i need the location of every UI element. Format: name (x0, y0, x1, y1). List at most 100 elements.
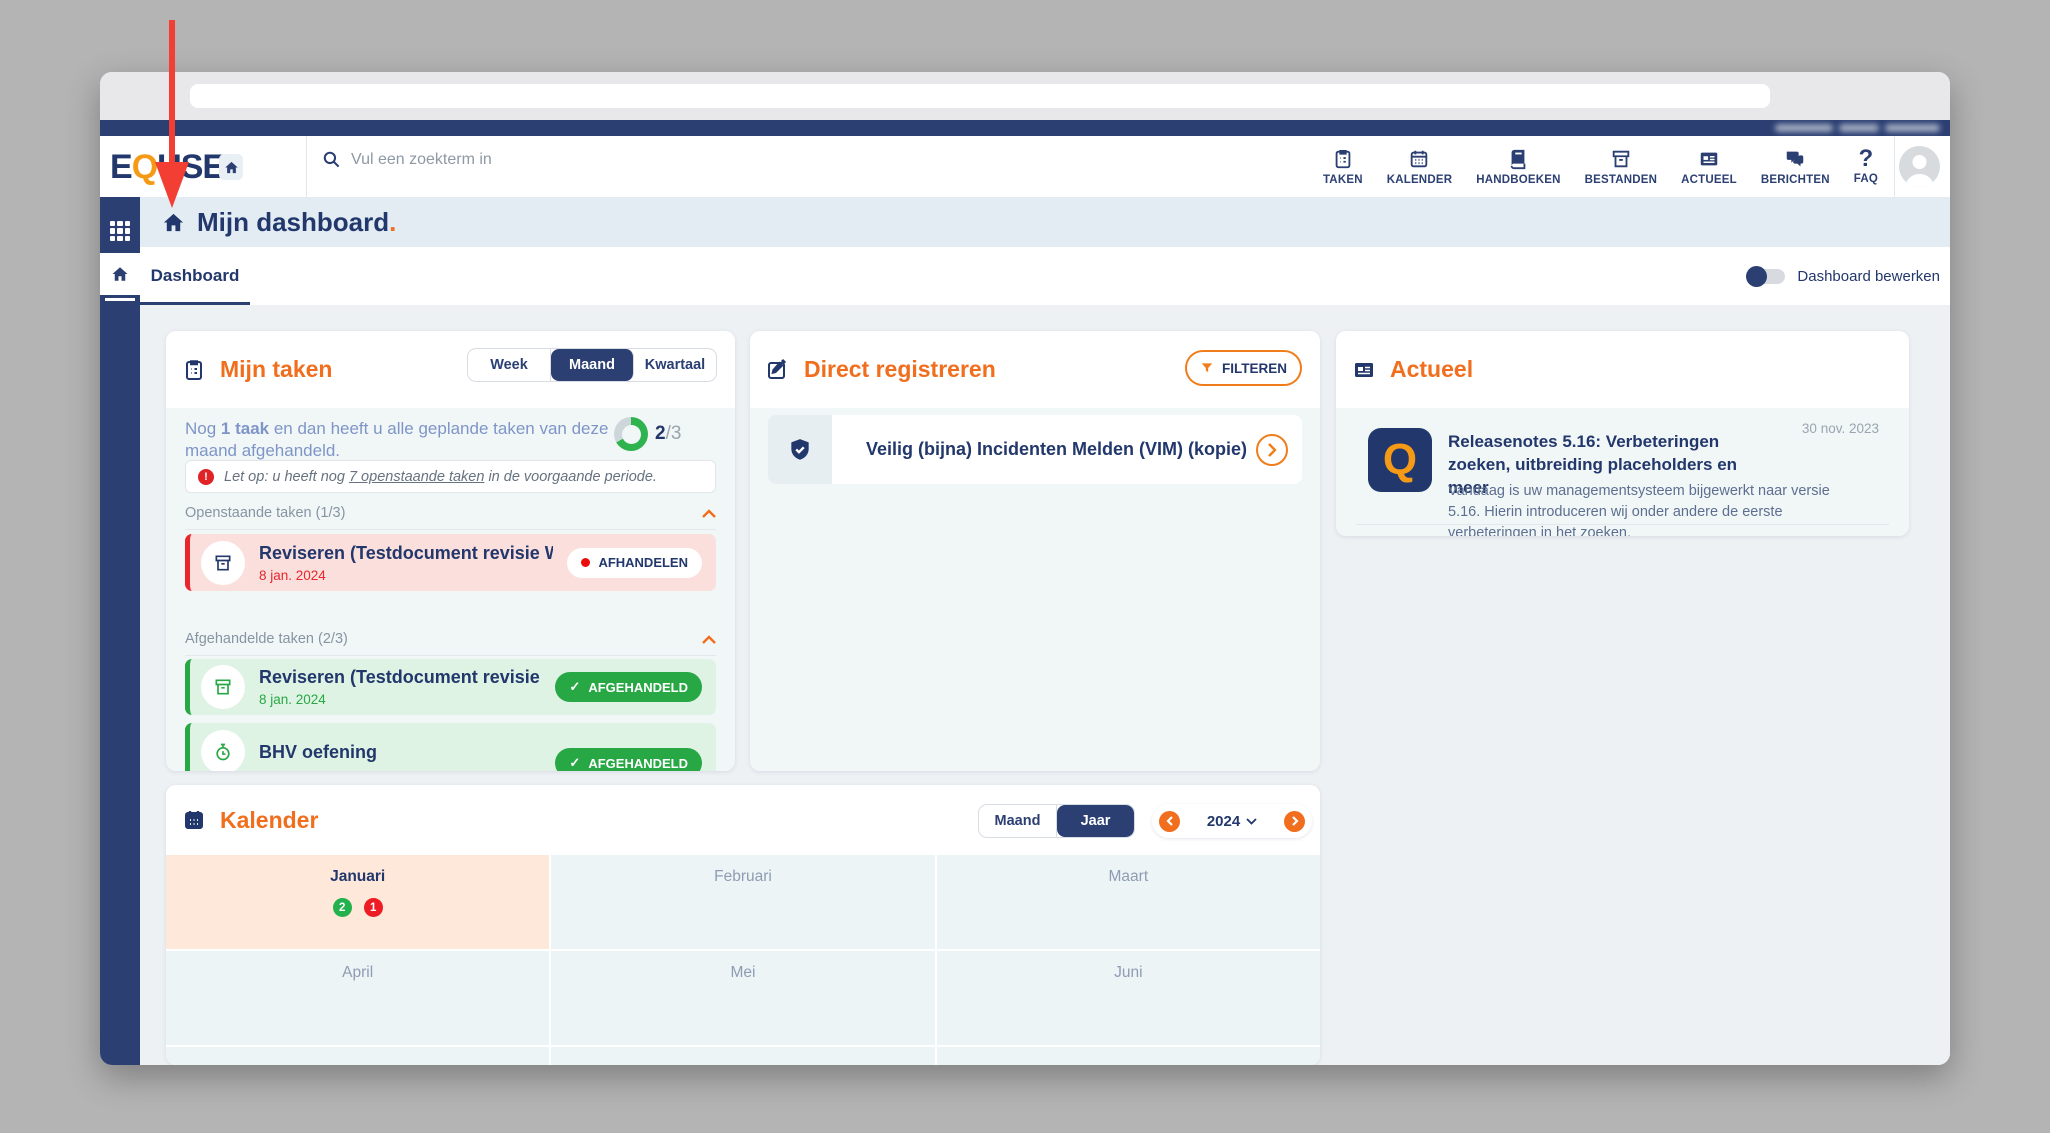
shield-check-icon (768, 415, 832, 484)
pencil-square-icon (766, 358, 790, 382)
panel-title: Kalender (220, 807, 318, 834)
check-icon: ✓ (569, 679, 580, 695)
book-icon (1507, 148, 1529, 170)
period-option-maand[interactable]: Maand (551, 349, 634, 381)
nav-item-actueel[interactable]: ACTUEEL (1681, 148, 1737, 186)
home-button[interactable] (219, 154, 243, 180)
afhandelen-badge[interactable]: AFHANDELEN (567, 548, 702, 578)
view-option-maand[interactable]: Maand (979, 805, 1057, 837)
previous-year-button[interactable] (1159, 811, 1180, 832)
tasks-panel: Mijn taken Week Maand Kwartaal Nog 1 taa… (166, 331, 735, 771)
header-divider-2 (1894, 136, 1895, 197)
app-header: EQUSE TAKEN KALENDER HANDBOEKEN (100, 136, 1950, 197)
browser-chrome (100, 72, 1950, 120)
register-panel: Direct registreren FILTEREN Veilig (bijn… (750, 331, 1320, 771)
done-tasks-section-header: Afgehandelde taken (2/3) (185, 631, 716, 656)
archive-icon (1610, 148, 1632, 170)
stopwatch-icon (201, 730, 245, 771)
sidebar-active-indicator (105, 298, 135, 301)
nav-item-berichten[interactable]: BERICHTEN (1761, 148, 1830, 186)
done-count-badge: 2 (333, 898, 352, 917)
month-badges: 2 1 (333, 898, 383, 917)
warning-box: ! Let op: u heeft nog 7 openstaande take… (185, 460, 716, 493)
page-title: Mijn dashboard. (197, 207, 396, 238)
toggle-knob (1746, 266, 1767, 287)
user-info-blurred (1775, 121, 1950, 135)
nav-item-faq[interactable]: ? FAQ (1854, 149, 1878, 185)
calendar-icon (182, 808, 206, 832)
task-date: 8 jan. 2024 (259, 692, 541, 707)
news-item-date: 30 nov. 2023 (1802, 421, 1879, 436)
filter-button[interactable]: FILTEREN (1185, 350, 1302, 386)
browser-window: EQUSE TAKEN KALENDER HANDBOEKEN (100, 72, 1950, 1065)
funnel-icon (1200, 361, 1214, 375)
url-bar[interactable] (190, 84, 1770, 108)
month-cell-maart[interactable]: Maart (937, 855, 1320, 949)
sidebar-item-dashboard[interactable] (100, 253, 140, 295)
task-card-open[interactable]: Reviseren (Testdocument revisie Word1.do… (185, 534, 716, 591)
period-option-kwartaal[interactable]: Kwartaal (634, 349, 716, 381)
panel-title: Direct registreren (804, 356, 996, 383)
calendar-year-grid: Januari 2 1 Februari Maart April Mei Jun… (166, 855, 1320, 1065)
top-account-bar (100, 120, 1950, 136)
chevron-up-icon[interactable] (702, 509, 716, 518)
news-panel: Actueel Q Releasenotes 5.16: Verbetering… (1336, 331, 1909, 536)
panel-title: Mijn taken (220, 356, 332, 383)
open-tasks-link[interactable]: 7 openstaande taken (349, 469, 484, 485)
view-option-jaar[interactable]: Jaar (1057, 805, 1134, 837)
dashboard-edit-toggle[interactable]: Dashboard bewerken (1747, 247, 1940, 305)
question-icon: ? (1859, 149, 1874, 169)
search-input[interactable] (351, 151, 991, 169)
clipboard-icon (1332, 148, 1354, 170)
news-panel-header: Actueel (1336, 331, 1909, 408)
nav-item-handboeken[interactable]: HANDBOEKEN (1476, 148, 1560, 186)
year-navigator: 2024 (1152, 804, 1312, 838)
month-cell-mei[interactable]: Mei (551, 951, 934, 1045)
tab-dashboard[interactable]: Dashboard (140, 247, 250, 305)
next-year-button[interactable] (1284, 811, 1305, 832)
month-cell-juni[interactable]: Juni (937, 951, 1320, 1045)
home-icon (224, 160, 239, 175)
register-form-title: Veilig (bijna) Incidenten Melden (VIM) (… (832, 439, 1256, 460)
apps-grid-icon[interactable] (110, 221, 130, 241)
period-option-week[interactable]: Week (468, 349, 551, 381)
chevron-left-icon (1166, 816, 1174, 826)
global-search (322, 150, 991, 169)
toggle-switch[interactable] (1747, 269, 1785, 284)
register-form-card[interactable]: Veilig (bijna) Incidenten Melden (VIM) (… (768, 415, 1302, 484)
annotation-arrow-head (155, 162, 189, 208)
release-logo: Q (1368, 428, 1432, 492)
progress-label: 2/3 (655, 423, 681, 445)
news-divider (1356, 524, 1889, 525)
chevron-up-icon[interactable] (702, 635, 716, 644)
task-card-done[interactable]: BHV oefening ✓AFGEHANDELD (185, 723, 716, 771)
archive-box-icon (201, 541, 245, 585)
task-title: Reviseren (Testdocument revisie Word1.do… (259, 543, 553, 564)
nav-item-bestanden[interactable]: BESTANDEN (1585, 148, 1658, 186)
task-title: BHV oefening (259, 742, 541, 763)
calendar-view-segmented-control: Maand Jaar (978, 804, 1135, 838)
afgehandeld-badge: ✓AFGEHANDELD (555, 672, 702, 702)
tasks-summary: Nog 1 taak en dan heeft u alle geplande … (185, 418, 625, 462)
year-select[interactable]: 2024 (1207, 813, 1257, 830)
nav-item-taken[interactable]: TAKEN (1323, 148, 1363, 186)
month-cell-april[interactable]: April (166, 951, 549, 1045)
open-form-button[interactable] (1256, 434, 1288, 466)
month-cell-augustus[interactable] (551, 1047, 934, 1065)
calendar-panel: Kalender Maand Jaar 2024 Januari 2 1 (166, 785, 1320, 1065)
person-icon (1899, 146, 1940, 187)
month-cell-februari[interactable]: Februari (551, 855, 934, 949)
month-cell-september[interactable] (937, 1047, 1320, 1065)
afgehandeld-badge: ✓AFGEHANDELD (555, 748, 702, 771)
task-card-done[interactable]: Reviseren (Testdocument revisie Word1.do… (185, 659, 716, 715)
month-cell-januari[interactable]: Januari 2 1 (166, 855, 549, 949)
tab-bar: Dashboard Dashboard bewerken (140, 247, 1950, 305)
user-avatar[interactable] (1899, 146, 1940, 187)
home-icon (111, 265, 129, 283)
chevron-right-icon (1291, 816, 1299, 826)
month-cell-juli[interactable] (166, 1047, 549, 1065)
archive-box-icon (201, 665, 245, 709)
chevron-right-icon (1267, 443, 1277, 457)
newspaper-icon (1698, 148, 1720, 170)
nav-item-kalender[interactable]: KALENDER (1387, 148, 1453, 186)
